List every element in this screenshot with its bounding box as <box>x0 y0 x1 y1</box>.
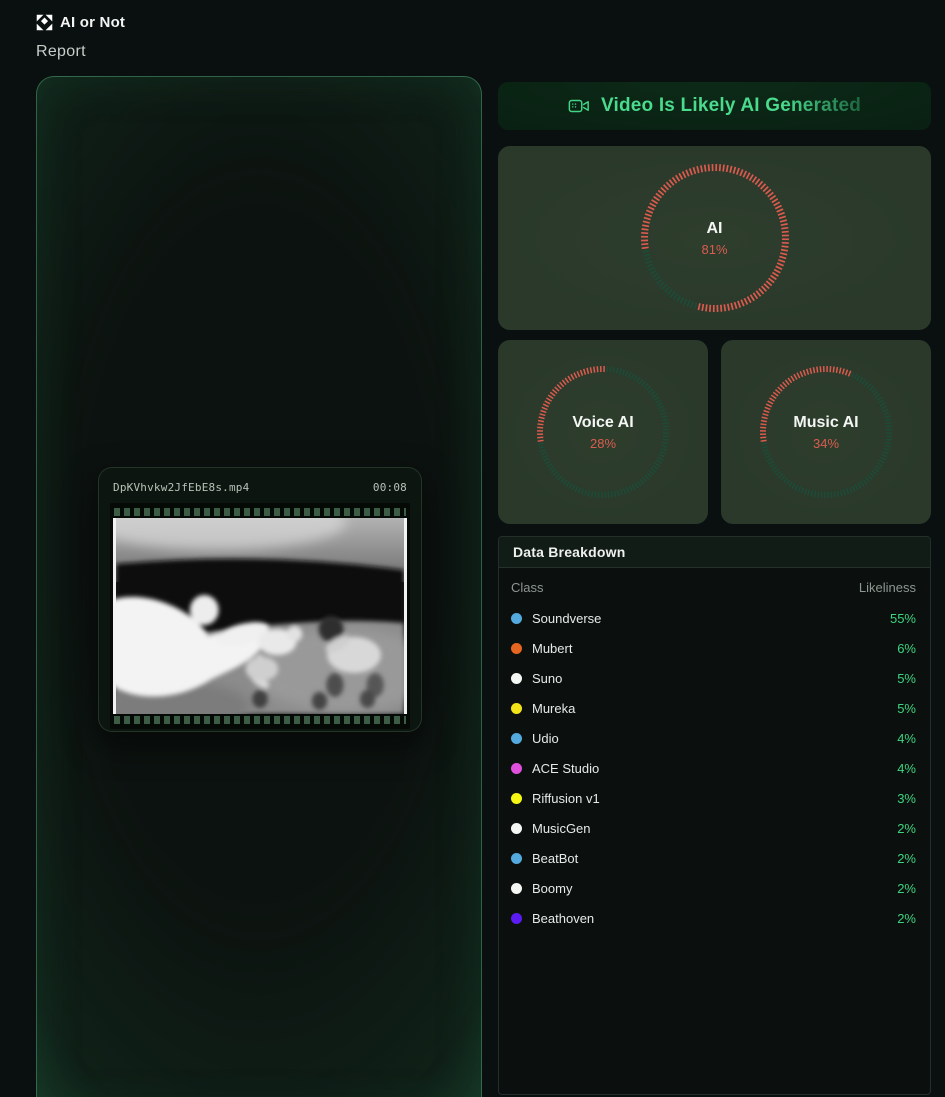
brand-home-link[interactable]: AI or Not <box>36 14 125 31</box>
likeliness-value: 2% <box>897 881 916 896</box>
likeliness-value: 5% <box>897 701 916 716</box>
class-color-dot <box>511 853 522 864</box>
ai-gauge-value: 81% <box>701 242 727 257</box>
film-sprockets-bottom <box>114 716 406 724</box>
class-label: Udio <box>532 731 559 746</box>
music-ai-gauge-label: Music AI <box>793 414 858 432</box>
breakdown-rows: Soundverse 55% Mubert 6% Suno 5% Mureka 5% Udio 4… <box>499 601 930 935</box>
gauge-card-music-ai: Music AI 34% <box>721 340 931 524</box>
class-color-dot <box>511 823 522 834</box>
voice-ai-gauge-label: Voice AI <box>572 414 633 432</box>
class-color-dot <box>511 913 522 924</box>
likeliness-value: 2% <box>897 821 916 836</box>
likeliness-value: 2% <box>897 911 916 926</box>
likeliness-value: 4% <box>897 731 916 746</box>
breakdown-row: Beathoven 2% <box>499 903 930 933</box>
likeliness-value: 6% <box>897 641 916 656</box>
likeliness-value: 5% <box>897 671 916 686</box>
class-color-dot <box>511 883 522 894</box>
likeliness-value: 55% <box>890 611 916 626</box>
ai-gauge-label: AI <box>707 220 723 238</box>
breakdown-table-header: Class Likeliness <box>499 568 930 601</box>
video-camera-icon <box>568 95 590 117</box>
likeliness-value: 2% <box>897 851 916 866</box>
media-panel: DpKVhvkw2JfEbE8s.mp4 00:08 <box>36 76 482 1097</box>
results-column: Video Is Likely AI Generated AI 81% Voic… <box>498 82 931 1095</box>
data-breakdown-title-bar: Data Breakdown <box>499 537 930 568</box>
page-title: Report <box>36 43 125 61</box>
class-label: Riffusion v1 <box>532 791 600 806</box>
breakdown-row: Udio 4% <box>499 723 930 753</box>
class-label: Suno <box>532 671 562 686</box>
brand-name: AI or Not <box>60 14 125 31</box>
class-label: Soundverse <box>532 611 601 626</box>
video-card[interactable]: DpKVhvkw2JfEbE8s.mp4 00:08 <box>98 467 422 732</box>
music-ai-gauge-value: 34% <box>813 436 839 451</box>
breakdown-row: MusicGen 2% <box>499 813 930 843</box>
video-timestamp: 00:08 <box>373 481 407 494</box>
class-label: Beathoven <box>532 911 594 926</box>
verdict-label: Video Is Likely AI Generated <box>601 95 861 117</box>
column-header-class: Class <box>511 580 544 595</box>
breakdown-row: BeatBot 2% <box>499 843 930 873</box>
class-label: Boomy <box>532 881 572 896</box>
breakdown-row: Riffusion v1 3% <box>499 783 930 813</box>
class-label: BeatBot <box>532 851 578 866</box>
app-header: AI or Not Report <box>36 14 125 61</box>
brand-logo-icon <box>36 14 53 31</box>
film-sprockets-top <box>114 508 406 516</box>
likeliness-value: 3% <box>897 791 916 806</box>
class-color-dot <box>511 673 522 684</box>
class-color-dot <box>511 763 522 774</box>
breakdown-row: Soundverse 55% <box>499 603 930 633</box>
gauge-card-voice-ai: Voice AI 28% <box>498 340 708 524</box>
secondary-gauges-row: Voice AI 28% Music AI 34% <box>498 340 931 524</box>
video-filename: DpKVhvkw2JfEbE8s.mp4 <box>113 481 249 494</box>
class-color-dot <box>511 793 522 804</box>
breakdown-row: ACE Studio 4% <box>499 753 930 783</box>
class-color-dot <box>511 613 522 624</box>
class-label: ACE Studio <box>532 761 599 776</box>
voice-ai-gauge-value: 28% <box>590 436 616 451</box>
breakdown-row: Suno 5% <box>499 663 930 693</box>
class-color-dot <box>511 703 522 714</box>
gauge-card-ai: AI 81% <box>498 146 931 330</box>
data-breakdown-panel: Data Breakdown Class Likeliness Soundver… <box>498 536 931 1095</box>
class-label: MusicGen <box>532 821 591 836</box>
verdict-banner: Video Is Likely AI Generated <box>498 82 931 130</box>
breakdown-row: Boomy 2% <box>499 873 930 903</box>
class-color-dot <box>511 643 522 654</box>
video-frame-image <box>113 518 407 714</box>
class-label: Mubert <box>532 641 572 656</box>
class-label: Mureka <box>532 701 575 716</box>
likeliness-value: 4% <box>897 761 916 776</box>
column-header-likeliness: Likeliness <box>859 580 916 595</box>
class-color-dot <box>511 733 522 744</box>
breakdown-row: Mureka 5% <box>499 693 930 723</box>
data-breakdown-title: Data Breakdown <box>513 544 916 560</box>
video-meta: DpKVhvkw2JfEbE8s.mp4 00:08 <box>99 468 421 503</box>
breakdown-row: Mubert 6% <box>499 633 930 663</box>
filmstrip <box>110 503 410 729</box>
